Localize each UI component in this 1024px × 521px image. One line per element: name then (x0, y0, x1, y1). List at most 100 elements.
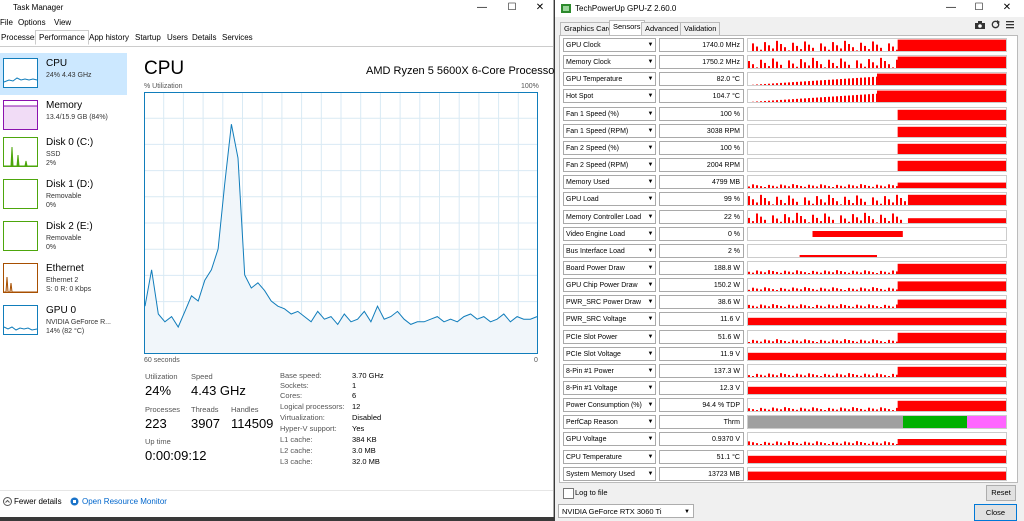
sensor-graph-fan-2-speed-rpm (747, 158, 1007, 173)
sidebar-item-disk0[interactable]: Disk 0 (C:) SSD 2% (0, 132, 127, 174)
sensor-name-memory-used[interactable]: Memory Used (563, 175, 656, 190)
chevron-down-icon[interactable]: ▼ (646, 192, 655, 206)
chevron-down-icon[interactable]: ▼ (646, 107, 655, 121)
sidebar-disk1-sub1: Removable (46, 193, 82, 200)
tab-users[interactable]: Users (164, 32, 191, 43)
chevron-down-icon[interactable]: ▼ (646, 38, 655, 52)
sensor-name-video-engine-load[interactable]: Video Engine Load (563, 226, 656, 241)
sensor-name-gpu-load[interactable]: GPU Load (563, 192, 656, 207)
sidebar-item-disk1[interactable]: Disk 1 (D:) Removable 0% (0, 174, 127, 216)
chevron-down-icon[interactable]: ▼ (646, 158, 655, 172)
menu-options[interactable]: Options (18, 18, 46, 27)
sensor-name-power-consumption[interactable]: Power Consumption (%) (563, 398, 656, 413)
spec-label: L2 cache: (280, 446, 313, 455)
sensor-name-8-pin-1-voltage[interactable]: 8-Pin #1 Voltage (563, 381, 656, 395)
chevron-down-icon[interactable]: ▼ (646, 312, 655, 326)
gpuz-window-title: TechPowerUp GPU-Z 2.60.0 (575, 4, 677, 13)
chevron-down-icon[interactable]: ▼ (646, 227, 655, 241)
sensor-name-gpu-temperature[interactable]: GPU Temperature (563, 72, 656, 87)
chevron-down-icon[interactable]: ▼ (646, 398, 655, 412)
sensor-name-pcie-slot-voltage[interactable]: PCIe Slot Voltage (563, 346, 656, 361)
sensor-graph-8-pin-1-voltage (747, 381, 1007, 395)
gpuz-close-button[interactable]: ✕ (992, 1, 1022, 15)
sensor-graph-memory-controller-load (747, 209, 1007, 224)
sensor-name-fan-2-speed[interactable]: Fan 2 Speed (%) (563, 140, 656, 155)
open-resource-monitor-link[interactable]: Open Resource Monitor (82, 497, 167, 506)
chevron-down-icon[interactable]: ▼ (646, 89, 655, 103)
sensor-graph-power-consumption (747, 398, 1007, 413)
tab-details[interactable]: Details (189, 32, 219, 43)
log-to-file-checkbox[interactable] (563, 488, 574, 499)
sensor-name-system-memory-used[interactable]: System Memory Used (563, 466, 656, 481)
chevron-up-icon[interactable] (3, 497, 12, 506)
sensor-name-bus-interface-load[interactable]: Bus Interface Load (563, 243, 656, 258)
menu-view[interactable]: View (54, 18, 71, 27)
sidebar-item-ethernet[interactable]: Ethernet Ethernet 2 S: 0 R: 0 Kbps (0, 258, 127, 300)
sidebar-item-disk2[interactable]: Disk 2 (E:) Removable 0% (0, 216, 127, 258)
sensor-name-pcie-slot-power[interactable]: PCIe Slot Power (563, 329, 656, 344)
sensor-graph-8-pin-1-power (747, 363, 1007, 378)
sensor-name-gpu-voltage[interactable]: GPU Voltage (563, 432, 656, 447)
sensor-name-hot-spot[interactable]: Hot Spot (563, 89, 656, 104)
chevron-down-icon[interactable]: ▼ (646, 72, 655, 86)
menu-file[interactable]: File (0, 18, 13, 27)
sensor-name-gpu-chip-power-draw[interactable]: GPU Chip Power Draw (563, 278, 656, 293)
spec-value: Disabled (352, 413, 382, 422)
sensor-history-plot (748, 439, 1006, 446)
tab-services[interactable]: Services (219, 32, 256, 43)
utilization-max-label: 100% (521, 83, 539, 90)
sidebar-ethernet-sub2: S: 0 R: 0 Kbps (46, 286, 92, 293)
chevron-down-icon[interactable]: ▼ (646, 124, 655, 138)
menu-icon[interactable] (1006, 20, 1014, 29)
reset-button[interactable]: Reset (986, 485, 1016, 501)
sidebar-item-gpu0[interactable]: GPU 0 NVIDIA GeForce R... 14% (82 °C) (0, 300, 127, 342)
sidebar-item-cpu[interactable]: CPU 24% 4.43 GHz (0, 53, 127, 95)
gpuz-minimize-button[interactable]: — (936, 1, 966, 15)
gpu0-thumbnail (3, 305, 38, 335)
sensor-name-memory-clock[interactable]: Memory Clock (563, 55, 656, 70)
close-button[interactable]: Close (974, 504, 1017, 521)
sensor-name-gpu-clock[interactable]: GPU Clock (563, 38, 656, 52)
camera-icon[interactable] (975, 21, 985, 29)
sensor-name-8-pin-1-power[interactable]: 8-Pin #1 Power (563, 363, 656, 378)
chevron-down-icon[interactable]: ▼ (646, 432, 655, 446)
chevron-down-icon[interactable]: ▼ (646, 278, 655, 292)
sensor-name-pwr-src-power-draw[interactable]: PWR_SRC Power Draw (563, 295, 656, 310)
refresh-icon[interactable] (991, 20, 1000, 29)
gpuz-maximize-button[interactable]: ☐ (964, 1, 994, 15)
sensor-name-board-power-draw[interactable]: Board Power Draw (563, 260, 656, 275)
tm-minimize-button[interactable]: — (467, 1, 497, 15)
sensor-name-perfcap-reason[interactable]: PerfCap Reason (563, 415, 656, 430)
chevron-down-icon[interactable]: ▼ (646, 381, 655, 395)
chevron-down-icon[interactable]: ▼ (646, 415, 655, 429)
tab-performance[interactable]: Performance (35, 30, 89, 45)
sensor-name-fan-1-speed-rpm[interactable]: Fan 1 Speed (RPM) (563, 123, 656, 138)
chevron-down-icon[interactable]: ▼ (646, 210, 655, 224)
sensor-name-pwr-src-voltage[interactable]: PWR_SRC Voltage (563, 312, 656, 327)
sensor-name-memory-controller-load[interactable]: Memory Controller Load (563, 209, 656, 224)
fewer-details-link[interactable]: Fewer details (14, 497, 62, 506)
chevron-down-icon[interactable]: ▼ (646, 261, 655, 275)
sensor-value-fan-1-speed-rpm: 3038 RPM (659, 123, 744, 138)
chevron-down-icon[interactable]: ▼ (646, 141, 655, 155)
tm-close-button[interactable]: ✕ (525, 1, 555, 15)
spec-label: Base speed: (280, 371, 322, 380)
chevron-down-icon[interactable]: ▼ (646, 175, 655, 189)
chevron-down-icon[interactable]: ▼ (646, 295, 655, 309)
sidebar-item-memory[interactable]: Memory 13.4/15.9 GB (84%) (0, 95, 127, 137)
chevron-down-icon[interactable]: ▼ (646, 244, 655, 258)
chevron-down-icon[interactable]: ▼ (646, 55, 655, 69)
chevron-down-icon[interactable]: ▼ (646, 450, 655, 464)
sensor-name-cpu-temperature[interactable]: CPU Temperature (563, 449, 656, 464)
sensor-name-fan-1-speed[interactable]: Fan 1 Speed (%) (563, 106, 656, 121)
tab-startup[interactable]: Startup (132, 32, 164, 43)
tm-maximize-button[interactable]: ☐ (497, 1, 527, 15)
sensor-name-fan-2-speed-rpm[interactable]: Fan 2 Speed (RPM) (563, 158, 656, 173)
chevron-down-icon[interactable]: ▼ (646, 364, 655, 378)
chevron-down-icon[interactable]: ▼ (646, 467, 655, 481)
sensor-value-gpu-temperature: 82.0 °C (659, 72, 744, 87)
chevron-down-icon[interactable]: ▼ (646, 347, 655, 361)
gpu-select-dropdown[interactable]: NVIDIA GeForce RTX 3060 Ti ▼ (558, 504, 694, 518)
chevron-down-icon[interactable]: ▼ (646, 330, 655, 344)
tab-app-history[interactable]: App history (86, 32, 132, 43)
